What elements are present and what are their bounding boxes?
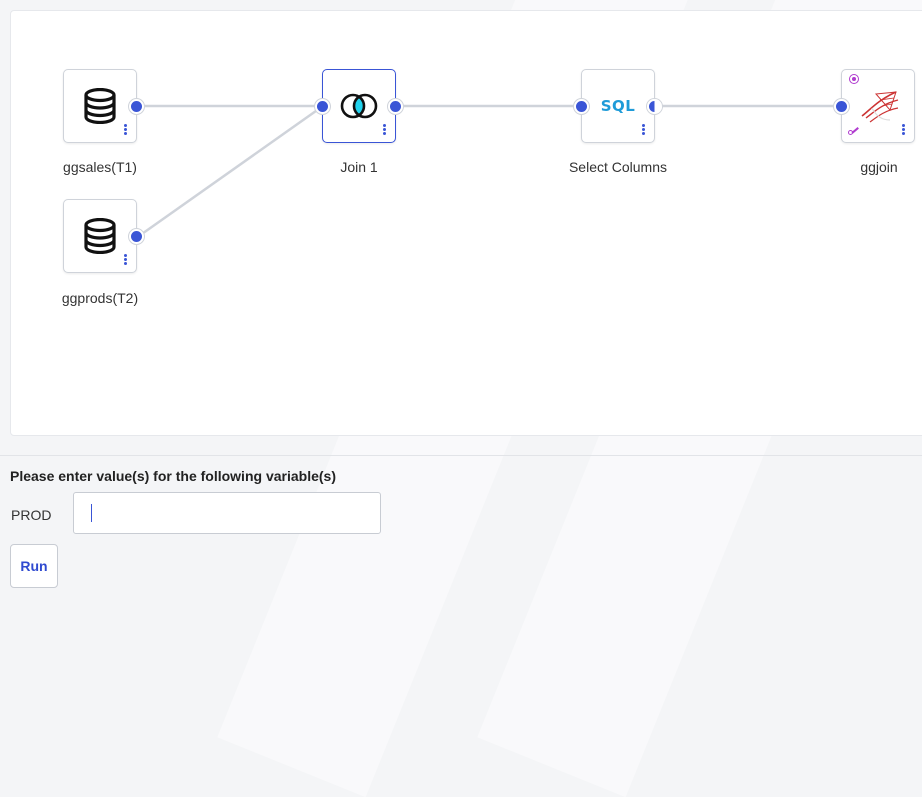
node-ggjoin[interactable]: [834, 69, 915, 143]
key-icon: [848, 127, 860, 136]
node-label: Join 1: [340, 159, 378, 175]
run-button[interactable]: Run: [10, 544, 58, 588]
node-menu-icon[interactable]: [902, 124, 905, 135]
flow-edges: [138, 104, 840, 238]
node-label: ggprods(T2): [61, 290, 139, 306]
node-label: Select Columns: [568, 159, 668, 175]
output-port[interactable]: [388, 99, 403, 114]
node-menu-icon[interactable]: [124, 124, 127, 135]
variable-label-prod: PROD: [11, 507, 52, 523]
target-icon: [849, 74, 859, 84]
text-caret: [91, 504, 92, 522]
input-port[interactable]: [315, 99, 330, 114]
node-join-1[interactable]: [315, 69, 403, 143]
flow-canvas[interactable]: ggsales(T1) ggprods(T2) Join 1 SQL Selec…: [10, 10, 922, 436]
variables-prompt: Please enter value(s) for the following …: [10, 468, 336, 484]
node-menu-icon[interactable]: [642, 124, 645, 135]
output-port[interactable]: [647, 99, 662, 114]
variables-panel: Please enter value(s) for the following …: [0, 455, 922, 599]
output-port[interactable]: [129, 99, 144, 114]
node-ggsales[interactable]: [63, 69, 144, 143]
node-label: ggjoin: [860, 159, 898, 175]
node-ggprods[interactable]: [63, 199, 144, 273]
sql-badge: SQL: [600, 97, 636, 115]
node-select-columns[interactable]: SQL: [574, 69, 662, 143]
input-port[interactable]: [834, 99, 849, 114]
node-label: ggsales(T1): [63, 159, 137, 175]
output-port[interactable]: [129, 229, 144, 244]
input-port[interactable]: [574, 99, 589, 114]
prod-input[interactable]: [73, 492, 381, 534]
node-menu-icon[interactable]: [124, 254, 127, 265]
node-menu-icon[interactable]: [383, 124, 386, 135]
edge-ggprods-join: [138, 104, 324, 238]
